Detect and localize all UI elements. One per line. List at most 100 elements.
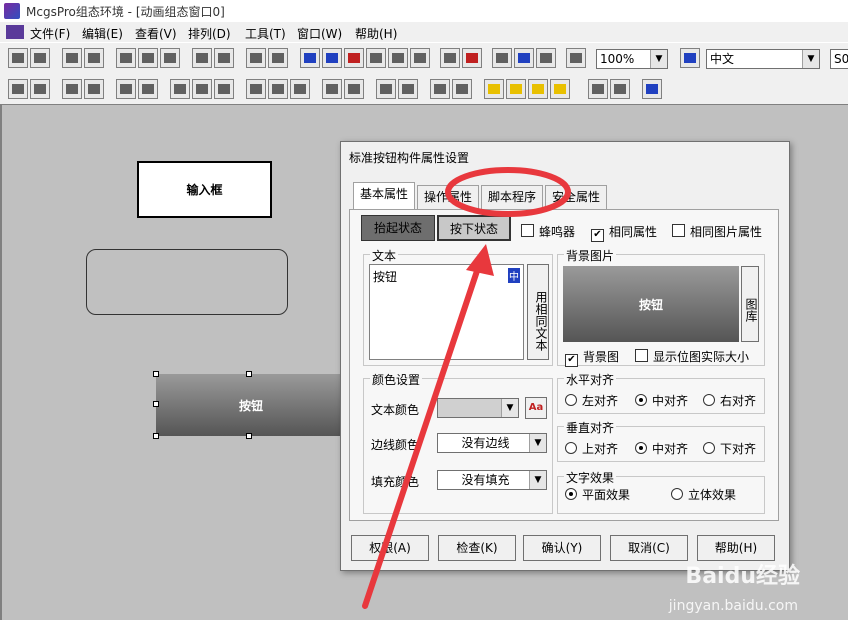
chevron-down-icon[interactable]: ▼ bbox=[650, 50, 667, 68]
chevron-down-icon[interactable]: ▼ bbox=[529, 471, 546, 489]
check-button[interactable]: 检查(K) bbox=[438, 535, 516, 561]
ungroup-icon[interactable] bbox=[452, 79, 472, 99]
rotate-left-icon[interactable] bbox=[322, 79, 342, 99]
lock-icon[interactable] bbox=[588, 79, 608, 99]
flip-v-icon[interactable] bbox=[398, 79, 418, 99]
extra-select[interactable]: S0 bbox=[830, 49, 848, 69]
h-align-right-radio[interactable]: 右对齐 bbox=[703, 392, 756, 409]
radio-dot[interactable] bbox=[635, 442, 647, 454]
undo-icon[interactable] bbox=[192, 48, 212, 68]
lang-badge[interactable]: 中 bbox=[508, 268, 520, 283]
radio-dot[interactable] bbox=[671, 488, 683, 500]
menu-window[interactable]: 窗口(W) bbox=[297, 25, 342, 42]
align-icon[interactable] bbox=[366, 48, 386, 68]
same-size-icon[interactable] bbox=[170, 79, 190, 99]
doc-icon[interactable] bbox=[6, 25, 24, 39]
checkbox-box[interactable] bbox=[635, 349, 648, 362]
tools-icon[interactable] bbox=[246, 48, 266, 68]
check-icon[interactable]: ✔ bbox=[565, 354, 578, 367]
rounded-rectangle-component[interactable] bbox=[86, 249, 288, 315]
resize-handle[interactable] bbox=[246, 433, 252, 439]
cut-icon[interactable] bbox=[116, 48, 136, 68]
align-center-icon[interactable] bbox=[138, 79, 158, 99]
resize-handle[interactable] bbox=[153, 401, 159, 407]
fill-color-select[interactable]: 没有填充 ▼ bbox=[437, 470, 547, 490]
center-h-icon[interactable] bbox=[246, 79, 266, 99]
v-align-middle-radio[interactable]: 中对齐 bbox=[635, 440, 688, 457]
font-lang-icon[interactable] bbox=[322, 48, 342, 68]
cancel-button[interactable]: 取消(C) bbox=[610, 535, 688, 561]
download-icon[interactable] bbox=[536, 48, 556, 68]
same-width-icon[interactable] bbox=[214, 79, 234, 99]
text-content-area[interactable]: 按钮 中 bbox=[369, 264, 524, 360]
align-right-icon[interactable] bbox=[30, 79, 50, 99]
align-bottom-icon[interactable] bbox=[84, 79, 104, 99]
flat-effect-radio[interactable]: 平面效果 bbox=[565, 486, 630, 503]
menu-tools[interactable]: 工具(T) bbox=[245, 25, 286, 42]
menu-edit[interactable]: 编辑(E) bbox=[82, 25, 123, 42]
checkbox-box[interactable] bbox=[521, 224, 534, 237]
paste-icon[interactable] bbox=[160, 48, 180, 68]
resize-handle[interactable] bbox=[153, 433, 159, 439]
check-icon[interactable] bbox=[514, 48, 534, 68]
permission-button[interactable]: 权限(A) bbox=[351, 535, 429, 561]
radio-dot[interactable] bbox=[635, 394, 647, 406]
radio-dot[interactable] bbox=[565, 442, 577, 454]
radio-dot[interactable] bbox=[565, 488, 577, 500]
send-backward-icon[interactable] bbox=[550, 79, 570, 99]
center-v-icon[interactable] bbox=[268, 79, 288, 99]
send-back-icon[interactable] bbox=[506, 79, 526, 99]
input-box-component[interactable]: 输入框 bbox=[137, 161, 272, 218]
tab-operation[interactable]: 操作属性 bbox=[417, 185, 479, 209]
palette-icon[interactable] bbox=[300, 48, 320, 68]
radio-dot[interactable] bbox=[703, 442, 715, 454]
copy-icon[interactable] bbox=[138, 48, 158, 68]
layout-icon[interactable] bbox=[268, 48, 288, 68]
bring-forward-icon[interactable] bbox=[528, 79, 548, 99]
font-color-icon[interactable] bbox=[344, 48, 364, 68]
v-align-bottom-radio[interactable]: 下对齐 bbox=[703, 440, 756, 457]
grid-dots-icon[interactable] bbox=[642, 79, 662, 99]
flip-h-icon[interactable] bbox=[376, 79, 396, 99]
menu-view[interactable]: 查看(V) bbox=[135, 25, 177, 42]
library-button[interactable]: 图库 bbox=[741, 266, 759, 342]
same-props-checkbox[interactable]: ✔ 相同属性 bbox=[591, 223, 657, 242]
chart-icon[interactable] bbox=[462, 48, 482, 68]
check-icon[interactable]: ✔ bbox=[591, 229, 604, 242]
h-align-center-radio[interactable]: 中对齐 bbox=[635, 392, 688, 409]
font-button[interactable]: Aa bbox=[525, 397, 547, 419]
radio-dot[interactable] bbox=[565, 394, 577, 406]
menu-arrange[interactable]: 排列(D) bbox=[188, 25, 231, 42]
align-left-icon[interactable] bbox=[8, 79, 28, 99]
save-icon[interactable] bbox=[30, 48, 50, 68]
h-align-left-radio[interactable]: 左对齐 bbox=[565, 392, 618, 409]
same-height-icon[interactable] bbox=[192, 79, 212, 99]
zoom-select[interactable]: 100% ▼ bbox=[596, 49, 668, 69]
checkbox-box[interactable] bbox=[672, 224, 685, 237]
border-color-select[interactable]: 没有边线 ▼ bbox=[437, 433, 547, 453]
rotate-right-icon[interactable] bbox=[344, 79, 364, 99]
confirm-button[interactable]: 确认(Y) bbox=[523, 535, 601, 561]
list-icon[interactable] bbox=[388, 48, 408, 68]
same-text-button[interactable]: 用相同文本 bbox=[527, 264, 549, 360]
print-preview-icon[interactable] bbox=[84, 48, 104, 68]
new-icon[interactable] bbox=[8, 48, 28, 68]
properties-icon[interactable] bbox=[492, 48, 512, 68]
language-icon[interactable] bbox=[680, 48, 700, 68]
fill-icon[interactable] bbox=[610, 79, 630, 99]
print-icon[interactable] bbox=[62, 48, 82, 68]
button-component[interactable]: 按钮 bbox=[156, 374, 346, 436]
resize-handle[interactable] bbox=[153, 371, 159, 377]
chevron-down-icon[interactable]: ▼ bbox=[501, 399, 518, 417]
language-select[interactable]: 中文 ▼ bbox=[706, 49, 820, 69]
actual-size-checkbox[interactable]: 显示位图实际大小 bbox=[635, 348, 749, 365]
radio-dot[interactable] bbox=[703, 394, 715, 406]
align-top-icon[interactable] bbox=[62, 79, 82, 99]
v-align-top-radio[interactable]: 上对齐 bbox=[565, 440, 618, 457]
pressed-state-button[interactable]: 按下状态 bbox=[437, 215, 511, 241]
tab-security[interactable]: 安全属性 bbox=[545, 185, 607, 209]
redo-icon[interactable] bbox=[214, 48, 234, 68]
menu-help[interactable]: 帮助(H) bbox=[355, 25, 397, 42]
text-color-select[interactable]: ▼ bbox=[437, 398, 519, 418]
same-image-props-checkbox[interactable]: 相同图片属性 bbox=[672, 223, 762, 240]
